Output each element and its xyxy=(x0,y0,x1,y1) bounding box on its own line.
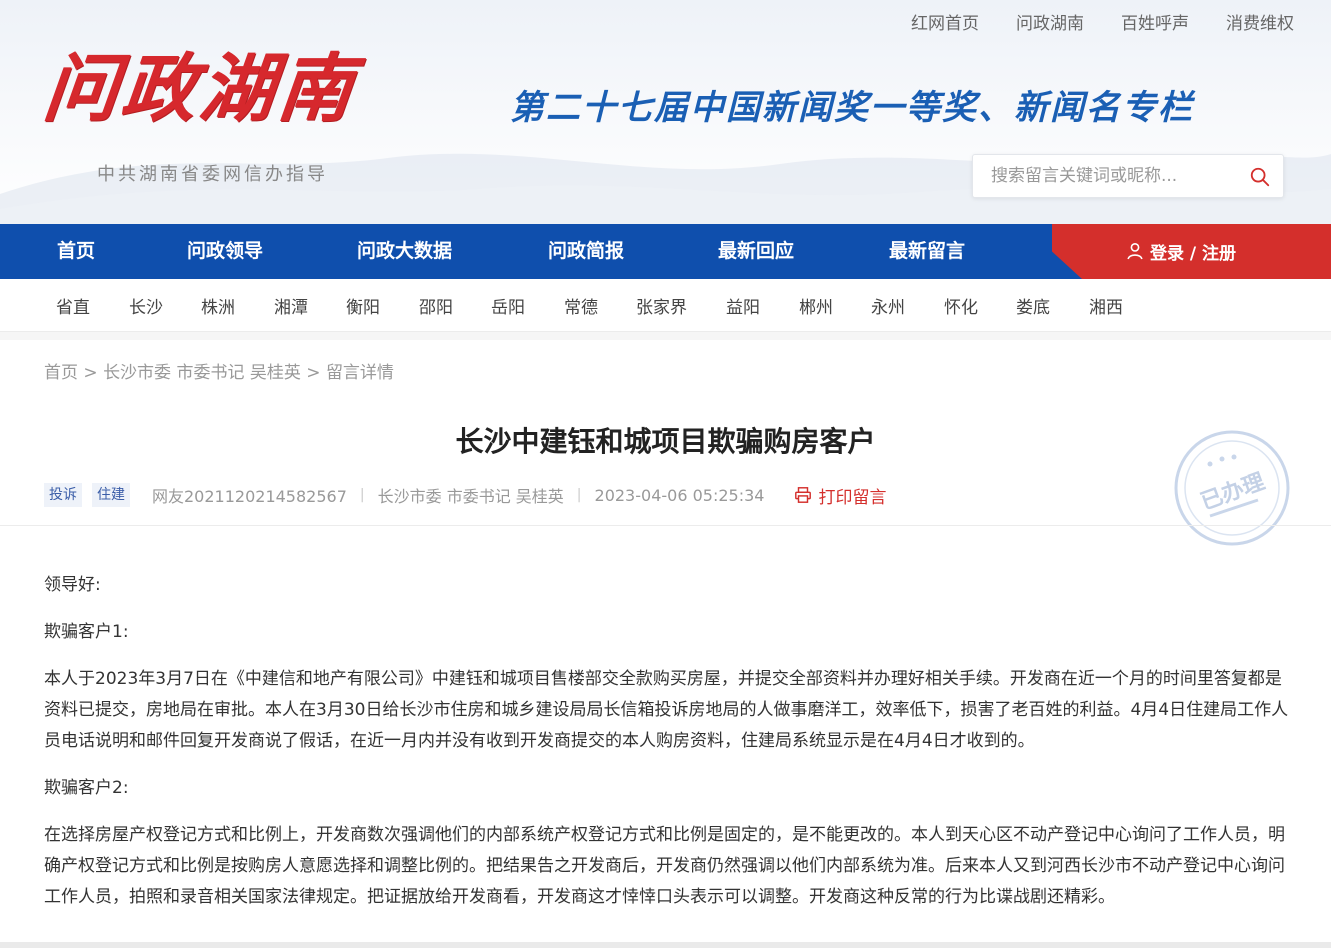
section-gap xyxy=(0,332,1331,340)
breadcrumb-current: 留言详情 xyxy=(325,363,394,383)
recipient[interactable]: 长沙市委 市委书记 吴桂英 xyxy=(378,483,564,507)
city-item-zhuzhou[interactable]: 株洲 xyxy=(201,293,235,318)
logo-subtitle: 中共湖南省委网信办指导 xyxy=(97,164,328,185)
meta-separator: | xyxy=(359,487,365,503)
paragraph-body-2: 在选择房屋产权登记方式和比例上，开发商数次强调他们的内部系统产权登记方式和比例是… xyxy=(44,825,1285,907)
login-register-button[interactable]: 登录 / 注册 xyxy=(1052,224,1331,279)
city-item-huaihua[interactable]: 怀化 xyxy=(944,293,978,318)
nav-latest-response[interactable]: 最新回应 xyxy=(718,224,794,279)
top-links: 红网首页 问政湖南 百姓呼声 消费维权 xyxy=(874,9,1294,34)
nav-latest-message[interactable]: 最新留言 xyxy=(889,224,965,279)
meta-separator: | xyxy=(576,487,582,503)
city-item-loudi[interactable]: 娄底 xyxy=(1016,293,1050,318)
top-link-rednet-home[interactable]: 红网首页 xyxy=(911,9,979,34)
processed-stamp: 已办理 xyxy=(1174,430,1290,546)
city-item-yiyang[interactable]: 益阳 xyxy=(726,293,760,318)
search-icon[interactable] xyxy=(1249,166,1271,188)
search-box xyxy=(972,154,1284,198)
paragraph-greeting: 领导好: xyxy=(44,575,101,595)
print-label: 打印留言 xyxy=(818,487,887,508)
breadcrumb-leader[interactable]: 长沙市委 市委书记 吴桂英 xyxy=(103,363,301,383)
top-link-public-voice[interactable]: 百姓呼声 xyxy=(1121,9,1189,34)
top-link-consumer-rights[interactable]: 消费维权 xyxy=(1226,9,1294,34)
city-item-zhangjiajie[interactable]: 张家界 xyxy=(636,293,687,318)
tag-housing[interactable]: 住建 xyxy=(92,483,130,507)
city-nav: 省直 长沙 株洲 湘潭 衡阳 邵阳 岳阳 常德 张家界 益阳 郴州 永州 怀化 … xyxy=(0,279,1331,332)
login-register-label: 登录 / 注册 xyxy=(1150,244,1237,264)
post-datetime: 2023-04-06 05:25:34 xyxy=(594,485,765,505)
paragraph-body-1: 本人于2023年3月7日在《中建信和地产有限公司》中建钰和城项目售楼部交全款购买… xyxy=(44,669,1289,751)
breadcrumb-home[interactable]: 首页 xyxy=(44,363,78,383)
nav-leaders[interactable]: 问政领导 xyxy=(187,224,263,279)
nav-briefing[interactable]: 问政简报 xyxy=(548,224,624,279)
breadcrumb-separator: > xyxy=(306,363,321,383)
content-divider xyxy=(0,525,1331,526)
city-item-yongzhou[interactable]: 永州 xyxy=(871,293,905,318)
bottom-bar xyxy=(0,942,1331,948)
city-item-provincial[interactable]: 省直 xyxy=(56,293,90,318)
paragraph-heading-2: 欺骗客户2: xyxy=(44,778,129,798)
site-logo[interactable]: 问政湖南 xyxy=(39,46,360,132)
printer-icon xyxy=(795,487,812,503)
site-header: 红网首页 问政湖南 百姓呼声 消费维权 问政湖南 中共湖南省委网信办指导 第二十… xyxy=(0,0,1331,224)
paragraph-heading-1: 欺骗客户1: xyxy=(44,622,129,642)
top-link-wenzheng-hunan[interactable]: 问政湖南 xyxy=(1016,9,1084,34)
city-item-xiangtan[interactable]: 湘潭 xyxy=(274,293,308,318)
search-input[interactable] xyxy=(991,163,1241,189)
city-item-changde[interactable]: 常德 xyxy=(564,293,598,318)
city-item-chenzhou[interactable]: 郴州 xyxy=(799,293,833,318)
city-item-changsha[interactable]: 长沙 xyxy=(129,293,163,318)
city-item-hengyang[interactable]: 衡阳 xyxy=(346,293,380,318)
city-item-yueyang[interactable]: 岳阳 xyxy=(491,293,525,318)
user-icon xyxy=(1127,242,1143,260)
print-button[interactable]: 打印留言 xyxy=(794,483,886,508)
article-meta: 投诉 住建 网友2021120214582567 | 长沙市委 市委书记 吴桂英… xyxy=(44,482,886,508)
breadcrumb: 首页 > 长沙市委 市委书记 吴桂英 > 留言详情 xyxy=(44,358,394,383)
tag-complaint[interactable]: 投诉 xyxy=(44,483,82,507)
nav-big-data[interactable]: 问政大数据 xyxy=(357,224,452,279)
nav-home[interactable]: 首页 xyxy=(57,224,95,279)
breadcrumb-separator: > xyxy=(83,363,98,383)
city-item-shaoyang[interactable]: 邵阳 xyxy=(419,293,453,318)
article-title: 长沙中建钰和城项目欺骗购房客户 xyxy=(455,425,876,458)
article-body: 领导好: 欺骗客户1: 本人于2023年3月7日在《中建信和地产有限公司》中建钰… xyxy=(44,570,1294,929)
author-name[interactable]: 网友2021120214582567 xyxy=(152,483,347,507)
award-banner: 第二十七届中国新闻奖一等奖、新闻名专栏 xyxy=(510,88,1194,128)
city-item-xiangxi[interactable]: 湘西 xyxy=(1089,293,1123,318)
